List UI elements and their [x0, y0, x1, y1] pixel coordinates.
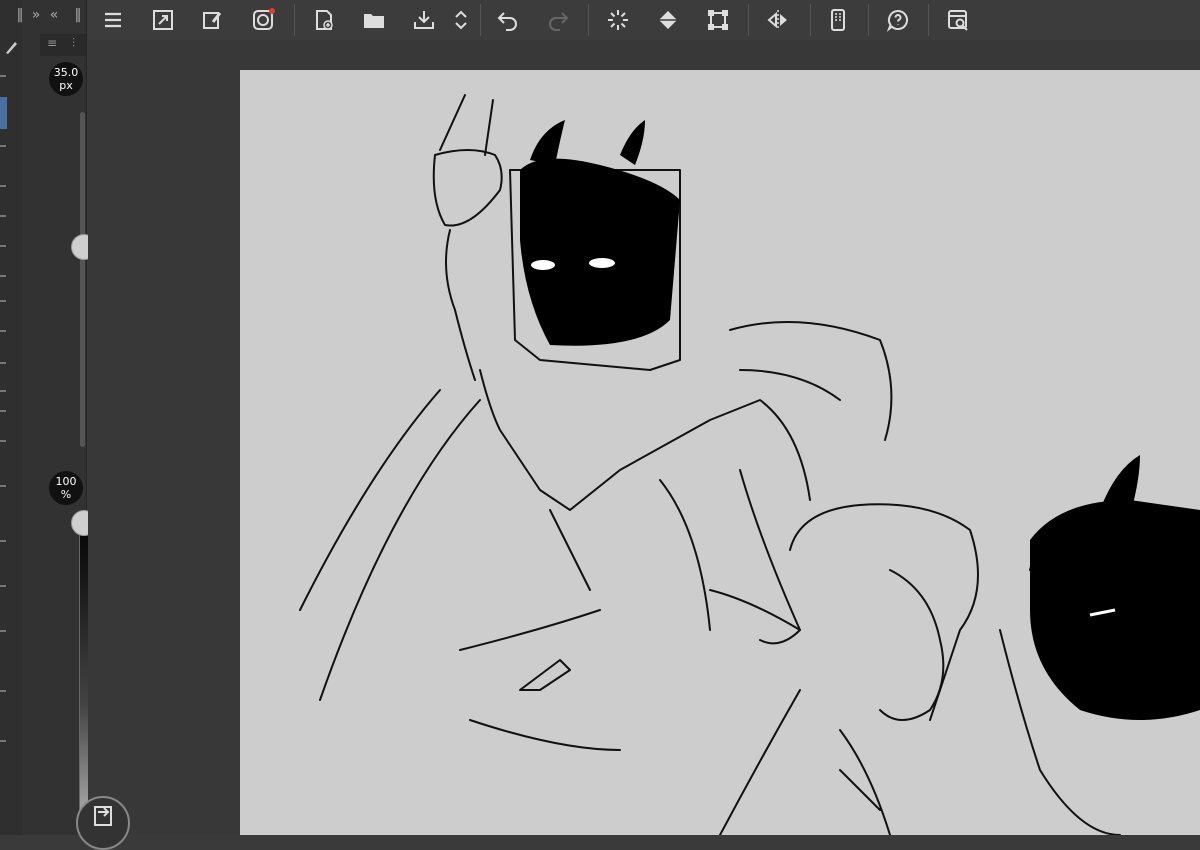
new-file-button[interactable]: [310, 6, 338, 34]
new-file-icon: [316, 10, 333, 30]
cloak-left-sketch: [299, 389, 481, 701]
quick-access-button[interactable]: [944, 6, 972, 34]
command-bar: [88, 0, 1200, 41]
tool-tick[interactable]: [0, 300, 6, 302]
swap-colors-button[interactable]: [76, 796, 130, 850]
opacity-value: 100: [55, 475, 77, 488]
cloak-bottom-sketch: [459, 609, 621, 751]
toolbar-separator: [480, 4, 481, 36]
tool-tick[interactable]: [0, 410, 6, 412]
tool-tick[interactable]: [0, 362, 6, 364]
fullscreen-button[interactable]: [149, 6, 177, 34]
tool-tick[interactable]: [0, 485, 6, 487]
companion-app-button[interactable]: [249, 6, 277, 34]
tool-tick[interactable]: [0, 185, 6, 187]
smartphone-button[interactable]: [824, 6, 852, 34]
cloak-drape-sketch: [729, 321, 893, 441]
drawing-canvas[interactable]: [240, 70, 1200, 835]
tool-tick[interactable]: [0, 215, 6, 217]
active-tool-indicator[interactable]: [0, 97, 7, 129]
tool-tick[interactable]: [0, 245, 6, 247]
toolbar-separator: [868, 4, 869, 36]
tool-tick[interactable]: [0, 440, 6, 442]
undo-button[interactable]: [494, 6, 522, 34]
brush-size-unit: px: [59, 79, 73, 92]
elf-hair-sketch: [789, 503, 979, 721]
flip-horizontal-icon: [767, 10, 787, 30]
glowing-eye-right: [589, 258, 615, 268]
open-folder-button[interactable]: [360, 6, 388, 34]
opacity-unit: %: [60, 488, 72, 501]
fullscreen-icon: [153, 10, 173, 30]
toolbar-separator: [588, 4, 589, 36]
opacity-readout: 100 %: [49, 471, 83, 505]
toolbar-separator: [294, 4, 295, 36]
fill-bucket-icon: [659, 11, 677, 29]
panel-settings-icon[interactable]: ⫶: [72, 36, 75, 51]
swap-colors-icon: [94, 806, 112, 826]
tool-tick[interactable]: [0, 585, 6, 587]
tool-tick[interactable]: [0, 540, 6, 542]
collapse-panel-icon[interactable]: «: [42, 4, 66, 26]
tool-tick[interactable]: [0, 630, 6, 632]
panel-subheader: ≡ ⫶: [40, 34, 86, 56]
tool-tick[interactable]: [0, 275, 6, 277]
save-button[interactable]: [410, 6, 438, 34]
redo-button[interactable]: [544, 6, 572, 34]
loading-spinner-icon: [608, 10, 628, 30]
smartphone-icon: [831, 9, 845, 31]
hooded-face-fill: [520, 158, 680, 346]
expand-chevrons-icon: [455, 10, 467, 30]
creature-body-sketch: [445, 229, 476, 381]
horn-left: [530, 120, 565, 165]
save-icon: [414, 11, 434, 29]
horn-right: [620, 120, 645, 165]
panel-grip-icon[interactable]: ‖: [66, 4, 90, 26]
fill-bucket-button[interactable]: [654, 6, 682, 34]
tool-tick[interactable]: [0, 390, 6, 392]
elf-body-sketch: [719, 689, 891, 835]
brush-size-readout: 35.0 px: [49, 62, 83, 96]
eyedropper-settings-button[interactable]: [199, 6, 227, 34]
brush-size-panel: ‖ » « ‖ ≡ ⫶ 35.0 px 100 %: [17, 0, 97, 835]
glowing-eye-left: [531, 260, 555, 270]
cloak-sketch: [479, 369, 811, 511]
tool-tick[interactable]: [0, 690, 6, 692]
toolbar-separator: [748, 4, 749, 36]
elf-face-sketch: [879, 569, 945, 721]
notification-dot: [269, 8, 275, 14]
panel-menu-icon[interactable]: ≡: [47, 36, 57, 50]
toolbar-separator: [928, 4, 929, 36]
loading-spinner-button[interactable]: [604, 6, 632, 34]
tool-tick[interactable]: [0, 740, 6, 742]
eyedropper-settings-icon: [203, 12, 222, 29]
tool-strip: [0, 0, 23, 835]
tool-tick[interactable]: [0, 145, 6, 147]
help-icon: [886, 9, 908, 32]
brush-tool-icon[interactable]: [2, 38, 20, 56]
menu-icon: [105, 12, 121, 28]
transform-button[interactable]: [704, 6, 732, 34]
brush-size-slider[interactable]: [80, 112, 85, 447]
transform-icon: [708, 10, 728, 30]
flip-horizontal-button[interactable]: [764, 6, 792, 34]
brush-size-value: 35.0: [53, 66, 79, 79]
open-folder-icon: [364, 14, 384, 28]
panel-header: ‖ » « ‖: [17, 0, 86, 30]
sketch-artwork: [299, 94, 1200, 835]
quick-access-icon: [948, 10, 968, 31]
tool-tick[interactable]: [0, 330, 6, 332]
undo-icon: [497, 12, 517, 31]
expand-chevrons-button[interactable]: [447, 6, 475, 34]
redo-icon: [549, 12, 569, 31]
toolbar-separator: [810, 4, 811, 36]
menu-button[interactable]: [99, 6, 127, 34]
help-button[interactable]: [884, 6, 912, 34]
cloak-fold-sketch: [549, 469, 801, 631]
creature-sketch: [432, 94, 503, 227]
tool-tick[interactable]: [0, 75, 6, 77]
